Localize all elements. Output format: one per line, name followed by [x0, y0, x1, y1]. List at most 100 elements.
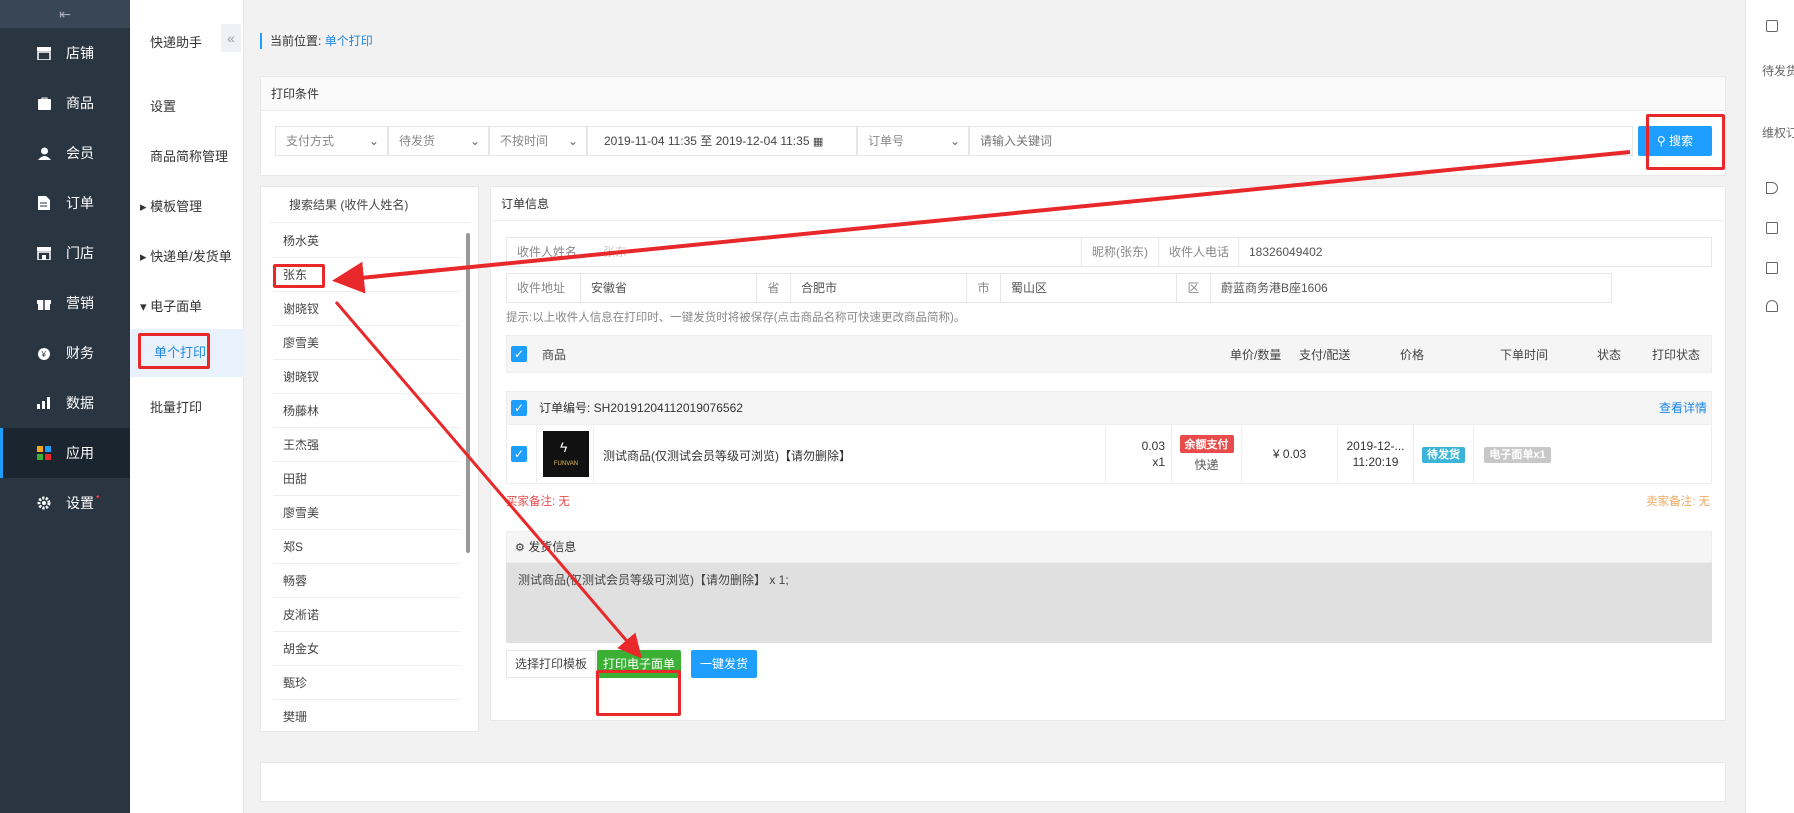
- subnav-item-waybill[interactable]: ▸ 快递单/发货单: [130, 246, 244, 265]
- price: ¥ 0.03: [1272, 447, 1307, 461]
- list-item[interactable]: 樊珊: [273, 700, 461, 731]
- print-status-cell: 电子面单x1: [1473, 425, 1561, 483]
- caret-right-icon: ▸: [140, 199, 151, 214]
- date-range-value: 2019-11-04 11:35 至 2019-12-04 11:35: [604, 134, 810, 148]
- product-thumbnail: ϟ FUNVAN: [543, 431, 589, 477]
- subnav-item-templates[interactable]: ▸ 模板管理: [130, 196, 244, 215]
- panel-title: 订单信息: [491, 187, 1725, 221]
- list-item[interactable]: 胡金女: [273, 632, 461, 666]
- nav-item-marketing[interactable]: 营销: [0, 278, 130, 328]
- product-name[interactable]: 测试商品(仅测试会员等级可浏览)【请勿删除】: [603, 447, 851, 464]
- view-detail-link[interactable]: 查看详情: [1659, 392, 1707, 424]
- speaker-icon[interactable]: [1766, 182, 1778, 194]
- nav-item-goods[interactable]: 商品: [0, 78, 130, 128]
- nav-item-label: 会员: [66, 145, 94, 161]
- nav-item-label: 商品: [66, 95, 94, 111]
- select-value: 订单号: [868, 134, 905, 148]
- recipient-name-input[interactable]: 张东: [603, 238, 627, 266]
- shipping-info-header: ⚙ 发货信息: [506, 531, 1712, 563]
- subnav-item-abbrev[interactable]: 商品简称管理: [130, 146, 244, 165]
- cubes-icon: ⚙: [515, 542, 525, 554]
- select-template-button[interactable]: 选择打印模板: [506, 650, 596, 678]
- select-value: 待发货: [399, 134, 436, 148]
- nav-item-members[interactable]: 会员: [0, 128, 130, 178]
- receipt-icon[interactable]: [1766, 222, 1778, 234]
- recipient-name-row: 收件人姓名 张东 昵称(张东) 收件人电话 18326049402: [506, 237, 1712, 267]
- shipping-content-textarea[interactable]: 测试商品(仅测试会员等级可浏览)【请勿删除】 x 1;: [506, 563, 1712, 643]
- rightbar-pending-ship[interactable]: 待发货: [1762, 62, 1794, 79]
- list-item[interactable]: 廖雪美: [273, 326, 461, 360]
- nav-item-data[interactable]: 数据: [0, 378, 130, 428]
- col-header-print-status: 打印状态: [1652, 348, 1701, 362]
- province-input[interactable]: 安徽省: [580, 274, 756, 302]
- nav-item-stores[interactable]: 门店: [0, 228, 130, 278]
- list-item[interactable]: 田甜: [273, 462, 461, 496]
- breadcrumb-prefix: 当前位置:: [270, 34, 322, 48]
- list-item[interactable]: 郑S: [273, 530, 461, 564]
- subnav-item-eform[interactable]: ▾ 电子面单: [130, 296, 244, 315]
- annotation-box-print-button: [596, 670, 681, 716]
- order-time: 11:20:19: [1352, 455, 1399, 469]
- order-field-select[interactable]: 订单号 ⌄: [857, 126, 969, 156]
- payment-select[interactable]: 支付方式 ⌄: [275, 126, 388, 156]
- bell-icon[interactable]: [1766, 300, 1778, 312]
- one-click-ship-button[interactable]: 一键发货: [691, 650, 757, 678]
- order-info-panel: 订单信息 收件人姓名 张东 昵称(张东) 收件人电话 18326049402 收…: [490, 186, 1726, 721]
- address-label: 收件地址: [517, 281, 566, 295]
- nav-item-label: 应用: [66, 445, 94, 461]
- collapse-menu-icon[interactable]: ⇤: [0, 0, 130, 28]
- list-item[interactable]: 谢晓钗: [273, 360, 461, 394]
- nav-item-finance[interactable]: ¥ 财务: [0, 328, 130, 378]
- unit-price-cell: 0.03 x1: [1105, 425, 1171, 483]
- item-checkbox[interactable]: ✓: [511, 446, 527, 462]
- district-input[interactable]: 蜀山区: [1000, 274, 1176, 302]
- subnav-item-batch-print[interactable]: 批量打印: [130, 397, 244, 416]
- gear-icon: [36, 495, 52, 511]
- nav-item-store[interactable]: 店铺: [0, 28, 130, 78]
- order-number-row: ✓ 订单编号: SH20191204112019076562 查看详情: [506, 391, 1712, 425]
- list-item[interactable]: 谢晓钗: [273, 292, 461, 326]
- subnav-item-label: 模板管理: [150, 199, 203, 214]
- collapse-subnav-button[interactable]: «: [221, 24, 241, 52]
- breadcrumb: 当前位置: 单个打印: [260, 33, 373, 49]
- list-item[interactable]: 杨水英: [273, 224, 461, 258]
- scrollbar[interactable]: [466, 233, 470, 553]
- select-value: 不按时间: [500, 134, 549, 148]
- address-row: 收件地址 安徽省 省 合肥市 市 蜀山区 区 蔚蓝商务港B座1606: [506, 273, 1612, 303]
- phone-input[interactable]: 18326049402: [1238, 238, 1322, 266]
- caret-down-icon: ▾: [140, 299, 151, 314]
- main-sidebar: ⇤ 店铺 商品 会员 订单 门店 营销 ¥ 财务 数据 应用 设置 •: [0, 0, 130, 813]
- select-all-checkbox[interactable]: ✓: [511, 346, 527, 362]
- clipboard-icon[interactable]: [1766, 20, 1778, 32]
- nav-item-orders[interactable]: 订单: [0, 178, 130, 228]
- city-input[interactable]: 合肥市: [790, 274, 966, 302]
- breadcrumb-current[interactable]: 单个打印: [325, 34, 373, 48]
- message-icon[interactable]: [1766, 262, 1778, 274]
- sub-sidebar: 快递助手 设置 商品简称管理 ▸ 模板管理 ▸ 快递单/发货单 ▾ 电子面单 单…: [130, 0, 244, 813]
- address-detail-input[interactable]: 蔚蓝商务港B座1606: [1210, 274, 1610, 302]
- col-header-price: 价格: [1400, 348, 1425, 362]
- svg-text:¥: ¥: [41, 350, 47, 359]
- nav-item-settings[interactable]: 设置 •: [0, 478, 130, 528]
- seller-note: 卖家备注: 无: [1646, 496, 1710, 508]
- bag-icon: [36, 95, 52, 111]
- buyer-note: 买家备注: 无: [506, 496, 570, 508]
- list-item[interactable]: 皮淅诺: [273, 598, 461, 632]
- nav-item-apps[interactable]: 应用: [0, 428, 130, 478]
- keyword-input[interactable]: [969, 126, 1633, 156]
- list-item[interactable]: 甄珍: [273, 666, 461, 700]
- status-badge: 待发货: [1422, 447, 1465, 463]
- nav-item-label: 财务: [66, 345, 94, 361]
- order-checkbox[interactable]: ✓: [511, 400, 527, 416]
- list-item[interactable]: 杨藤林: [273, 394, 461, 428]
- list-item[interactable]: 王杰强: [273, 428, 461, 462]
- rightbar-rights[interactable]: 维权订: [1762, 124, 1794, 141]
- subnav-item-settings[interactable]: 设置: [130, 96, 244, 115]
- document-icon: [36, 195, 52, 211]
- date-range-input[interactable]: 2019-11-04 11:35 至 2019-12-04 11:35 ▦: [587, 126, 857, 156]
- list-item[interactable]: 畅蓉: [273, 564, 461, 598]
- time-select[interactable]: 不按时间 ⌄: [489, 126, 587, 156]
- status-select[interactable]: 待发货 ⌄: [388, 126, 489, 156]
- col-header-order-time: 下单时间: [1500, 348, 1549, 362]
- list-item[interactable]: 廖雪美: [273, 496, 461, 530]
